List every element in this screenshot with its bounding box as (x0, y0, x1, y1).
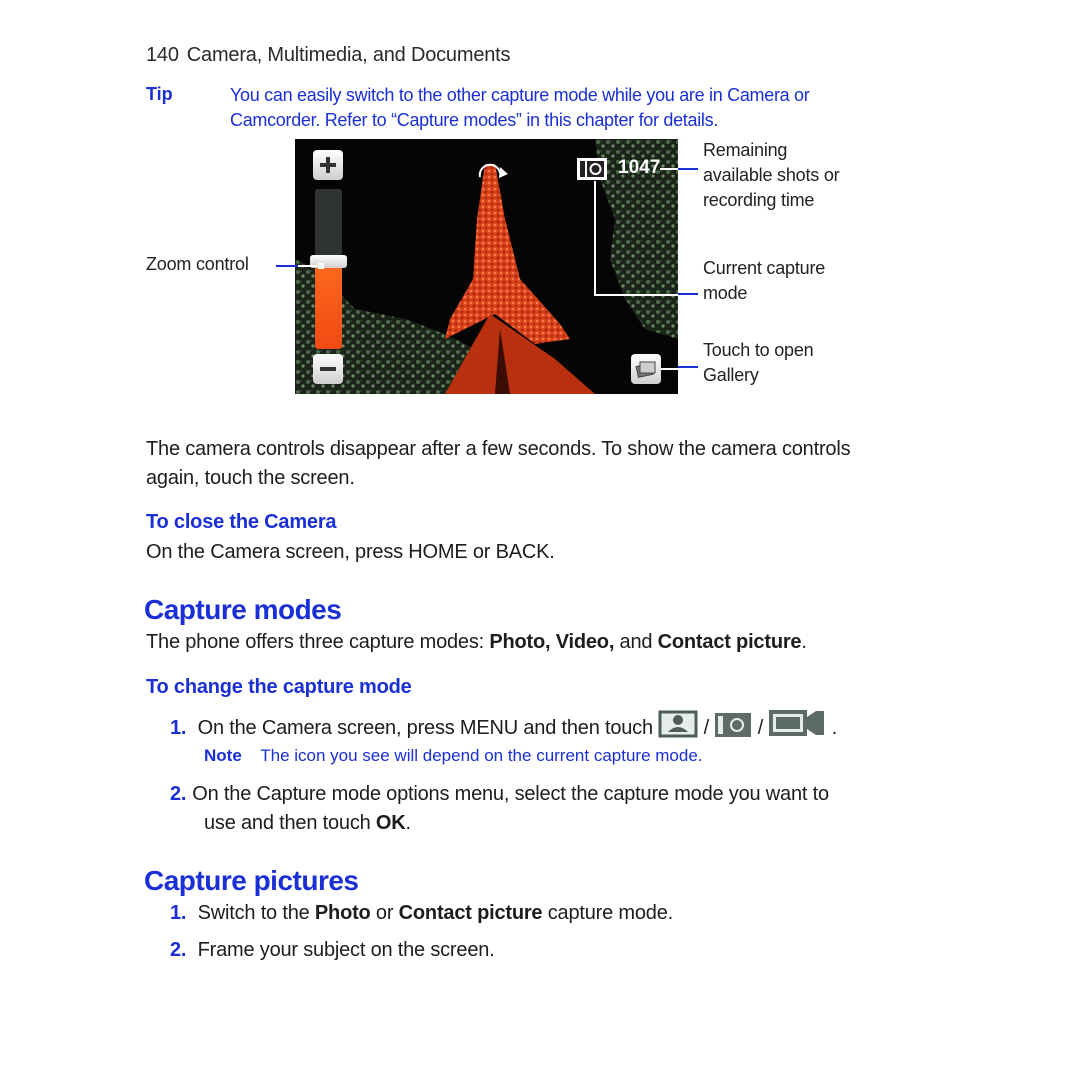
callout-remaining-line-1: Remaining (703, 140, 788, 160)
capture-modes-text: The phone offers three capture modes: Ph… (146, 628, 807, 657)
callout-gallery: Touch to open Gallery (703, 338, 814, 388)
gallery-button[interactable] (631, 354, 661, 384)
remaining-callout-line (678, 168, 698, 170)
step-1-text: On the Camera screen, press MENU and the… (197, 717, 653, 739)
capture-mode-button[interactable] (576, 157, 608, 181)
step-1-number: 1. (170, 717, 187, 739)
photo-camera-icon (715, 713, 752, 737)
zoom-out-button[interactable] (313, 354, 343, 384)
remaining-shots-count: 1047 (618, 157, 661, 178)
note-text: The icon you see will depend on the curr… (260, 746, 703, 765)
change-mode-heading: To change the capture mode (146, 676, 412, 698)
tip-line-2: Camcorder. Refer to “Capture modes” in t… (230, 110, 719, 130)
zoom-slider-fill (315, 261, 342, 349)
intro-paragraph: The camera controls disappear after a fe… (146, 435, 851, 493)
capture-modes-heading: Capture modes (144, 594, 342, 625)
chapter-title: Camera, Multimedia, and Documents (186, 44, 511, 66)
pictures-step-2-text: Frame your subject on the screen. (197, 939, 495, 961)
gallery-callout-line (678, 366, 698, 368)
step-2-line-2: use and then touch (204, 812, 376, 834)
mode-photo-video: Photo, Video, (489, 631, 615, 653)
photo-label: Photo (314, 902, 371, 924)
note: Note The icon you see will depend on the… (204, 746, 703, 766)
callout-zoom-control: Zoom control (146, 254, 249, 274)
pictures-step-1-after: capture mode. (542, 902, 673, 924)
page-header: 140 Camera, Multimedia, and Documents (146, 44, 511, 67)
plus-icon (320, 157, 336, 173)
icon-separator: / (757, 717, 764, 739)
video-camera-icon (769, 710, 825, 736)
capture-mode-leader (594, 181, 596, 296)
callout-gallery-line-1: Touch to open (703, 340, 814, 360)
pictures-step-1-before: Switch to the (197, 902, 315, 924)
ok-label: OK (375, 812, 406, 834)
minus-icon (320, 367, 336, 371)
pictures-step-2-number: 2. (170, 939, 187, 961)
icon-separator: / (703, 717, 710, 739)
tip-label: Tip (146, 84, 173, 104)
change-mode-step-1: 1. On the Camera screen, press MENU and … (170, 708, 837, 743)
zoom-slider[interactable] (315, 189, 342, 349)
capture-pictures-step-2: 2. Frame your subject on the screen. (170, 936, 495, 965)
zoom-marker (318, 263, 324, 269)
modes-text-after: . (801, 631, 807, 653)
intro-line-1: The camera controls disappear after a fe… (146, 438, 851, 460)
gallery-leader (661, 368, 678, 370)
step-1-end: . (831, 717, 838, 739)
callout-remaining-shots: Remaining available shots or recording t… (703, 138, 840, 213)
callout-remaining-line-2: available shots or (703, 165, 840, 185)
pictures-step-1-mid: or (370, 902, 399, 924)
callout-capture-line-2: mode (703, 283, 748, 303)
capture-mode-leader-h (594, 294, 678, 296)
camera-icon (577, 158, 607, 180)
tip-text: You can easily switch to the other captu… (230, 83, 910, 133)
step-2-end: . (405, 812, 412, 834)
zoom-callout-line (276, 265, 298, 267)
remaining-leader (660, 168, 678, 170)
zoom-callout-line-inner (298, 265, 318, 267)
step-2-line-1: On the Capture mode options menu, select… (192, 783, 829, 805)
page-number: 140 (146, 44, 179, 66)
contact-picture-label: Contact picture (398, 902, 543, 924)
callout-gallery-line-2: Gallery (703, 365, 759, 385)
pictures-step-1-number: 1. (170, 902, 187, 924)
callout-capture-line-1: Current capture (703, 258, 826, 278)
tip-line-1: You can easily switch to the other captu… (230, 85, 810, 105)
close-camera-heading: To close the Camera (146, 511, 337, 533)
capture-mode-callout-line (678, 293, 698, 295)
capture-pictures-step-1: 1. Switch to the Photo or Contact pictur… (170, 899, 673, 928)
capture-pictures-heading: Capture pictures (144, 865, 359, 896)
contact-picture-icon (658, 710, 698, 738)
modes-text-and: and (614, 631, 658, 653)
zoom-in-button[interactable] (313, 150, 343, 180)
note-label: Note (204, 746, 242, 765)
callout-remaining-line-3: recording time (703, 190, 815, 210)
camera-screenshot: 1047 (295, 139, 678, 394)
modes-text-before: The phone offers three capture modes: (146, 631, 490, 653)
callout-capture-mode: Current capture mode (703, 256, 825, 306)
gallery-icon (635, 361, 656, 378)
change-mode-step-2: 2. On the Capture mode options menu, sele… (170, 780, 829, 838)
intro-line-2: again, touch the screen. (146, 467, 355, 489)
step-2-number: 2. (170, 783, 187, 805)
mode-contact-picture: Contact picture (657, 631, 802, 653)
close-camera-text: On the Camera screen, press HOME or BACK… (146, 541, 555, 563)
